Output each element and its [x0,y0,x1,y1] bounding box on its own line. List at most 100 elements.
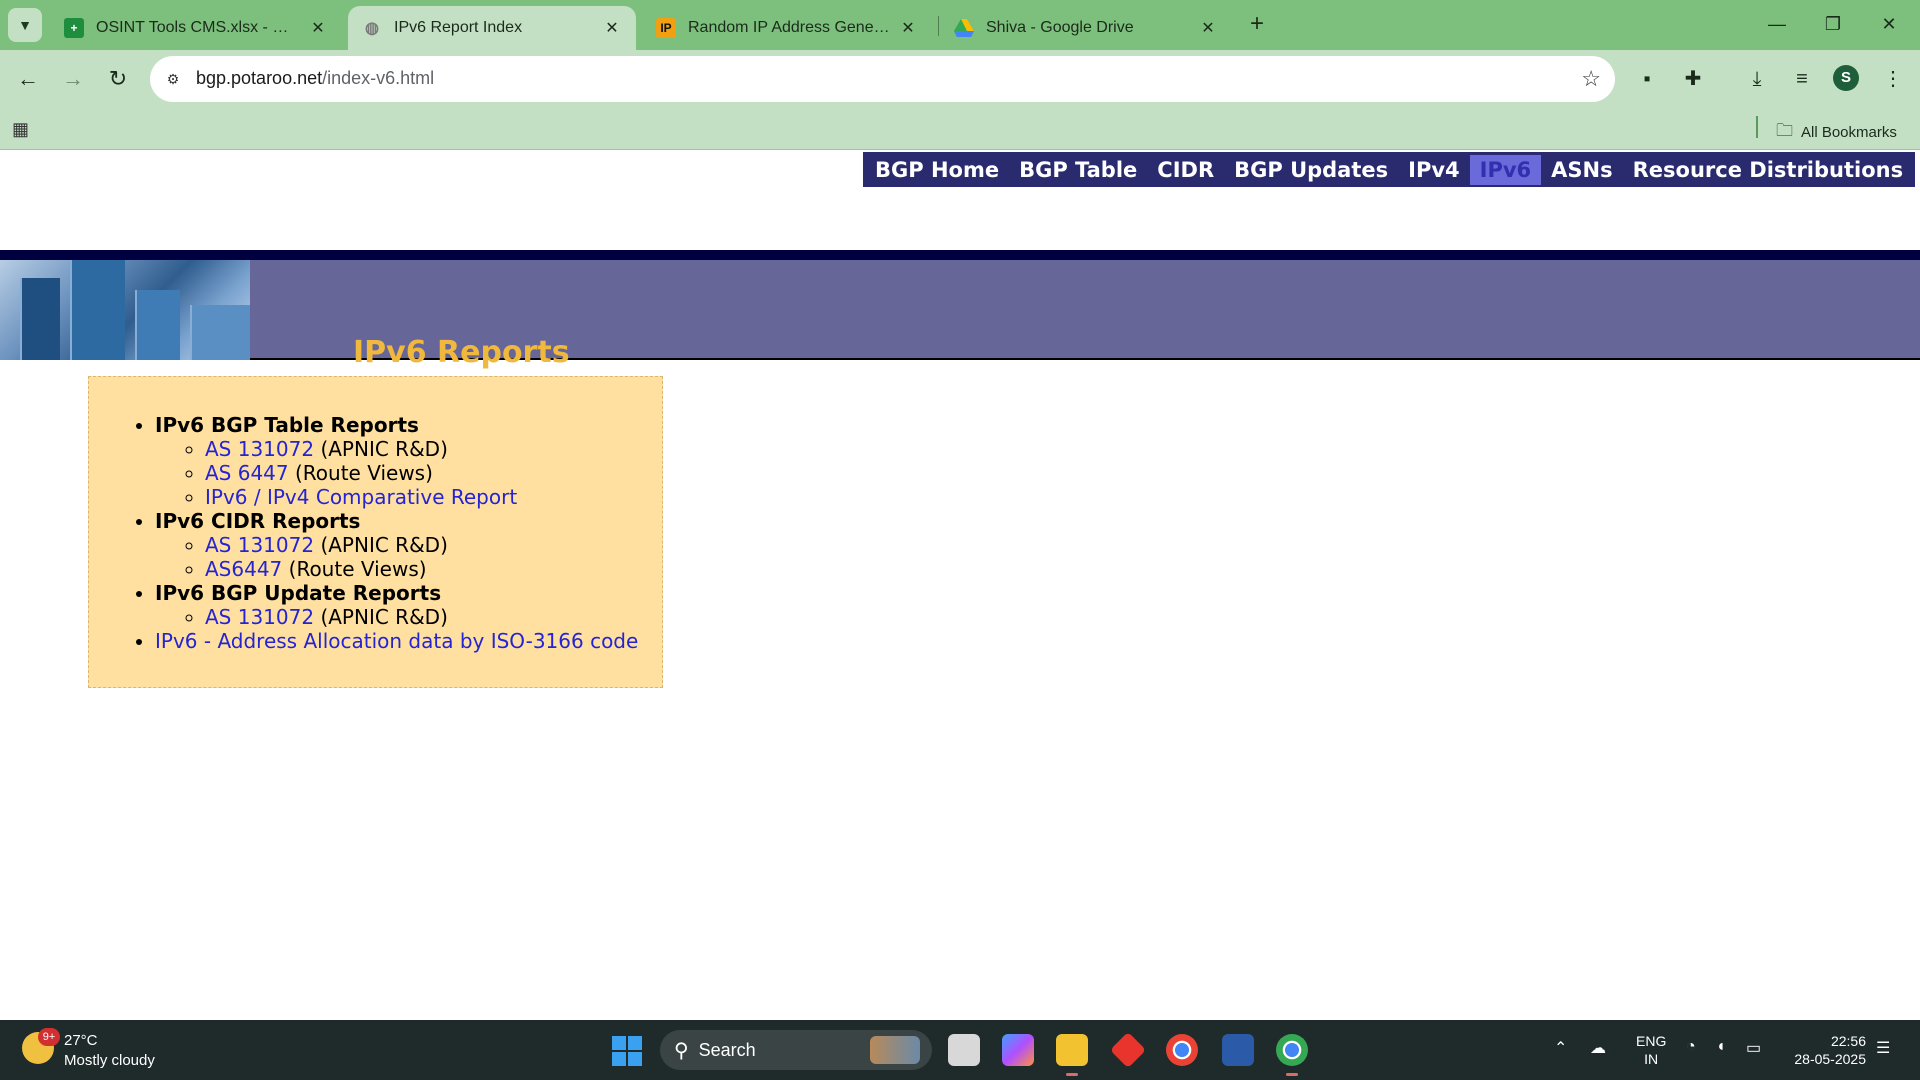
page-title: IPv6 Reports [353,335,570,370]
all-bookmarks-label: All Bookmarks [1801,124,1897,141]
report-link[interactable]: AS 131072 [205,533,314,557]
site-navigation: BGP Home BGP Table CIDR BGP Updates IPv4 IPv6… [863,152,1916,187]
site-info-icon[interactable]: ⚙ [162,68,184,90]
reload-button[interactable]: ↻ [102,63,134,95]
folder-icon: 🗀 [1776,121,1793,140]
report-source-note: (APNIC R&D) [314,533,448,557]
tab-search-button[interactable]: ▼ [8,8,42,42]
chrome-icon[interactable] [1166,1034,1198,1066]
apps-grid-icon[interactable]: ▦ [12,118,34,140]
web-page: BGP Home BGP Table CIDR BGP Updates IPv4 IPv6… [0,150,1920,1020]
bookmark-star-icon[interactable]: ☆ [1581,66,1601,92]
close-icon: ✕ [1881,14,1897,34]
report-link[interactable]: AS6447 [205,557,282,581]
report-sublist: AS 131072 (APNIC R&D)AS6447 (Route Views… [205,533,638,581]
restore-button[interactable]: ❐ [1810,8,1856,40]
minimize-icon: — [1768,14,1786,34]
windows-start-icon[interactable] [612,1036,642,1066]
windows-taskbar: 9+ 27°C Mostly cloudy ⚲ Search ⌃ ☁ ENG I… [0,1020,1920,1080]
browser-toolbar: ← → ↻ ⚙ bgp.potaroo.net/index-v6.html ☆ … [0,50,1920,108]
report-link[interactable]: AS 131072 [205,605,314,629]
chevron-down-icon: ▼ [18,17,32,33]
drive-icon [954,18,974,38]
reload-icon: ↻ [108,66,128,91]
report-section-title: IPv6 CIDR Reports [155,509,361,533]
tab-osint-tools[interactable]: + OSINT Tools CMS.xlsx - Google ✕ [50,6,342,50]
tab-divider [938,16,939,36]
bookmarks-bar: ▦ 🗀 All Bookmarks [0,108,1920,150]
report-list-panel: IPv6 BGP Table ReportsAS 131072 (APNIC R… [88,376,663,688]
profile-avatar[interactable]: S [1833,65,1859,91]
header-banner [0,260,1920,360]
report-section-title: IPv6 BGP Update Reports [155,581,442,605]
report-section-title: IPv6 BGP Table Reports [155,413,419,437]
close-icon[interactable]: ✕ [1198,18,1218,38]
close-icon[interactable]: ✕ [308,18,328,38]
url-text[interactable]: bgp.potaroo.net/index-v6.html [196,68,434,89]
nav-link-bgp-updates[interactable]: BGP Updates [1224,155,1398,185]
chevron-up-icon[interactable]: ⌃ [1554,1038,1567,1058]
report-link[interactable]: AS 131072 [205,437,314,461]
language-indicator[interactable]: ENG IN [1636,1032,1666,1068]
copilot-icon[interactable] [1002,1034,1034,1066]
minimize-button[interactable]: — [1754,8,1800,40]
powershell-icon[interactable] [1222,1034,1254,1066]
tab-title: Shiva - Google Drive [986,19,1134,36]
report-section: IPv6 CIDR ReportsAS 131072 (APNIC R&D)AS… [155,509,638,581]
search-icon: ⚲ [674,1039,689,1062]
download-icon[interactable]: ⤓ [1742,64,1772,94]
report-item: AS 131072 (APNIC R&D) [205,437,638,461]
lens-extension-icon[interactable]: ▪ [1632,64,1662,94]
bookmarks-divider [1756,116,1758,138]
taskbar-search-box[interactable]: ⚲ Search [660,1030,932,1070]
report-sublist: AS 131072 (APNIC R&D) [205,605,638,629]
nav-link-bgp-table[interactable]: BGP Table [1009,155,1147,185]
close-icon[interactable]: ✕ [602,18,622,38]
new-tab-button[interactable]: + [1242,10,1272,40]
report-link[interactable]: AS 6447 [205,461,289,485]
nav-link-cidr[interactable]: CIDR [1147,155,1224,185]
onedrive-icon[interactable]: ☁ [1590,1038,1606,1058]
forward-button[interactable]: → [57,63,89,95]
notifications-icon[interactable]: ☰ [1876,1038,1890,1058]
nav-link-bgp-home[interactable]: BGP Home [865,155,1009,185]
extensions-icon[interactable]: ✚ [1678,64,1708,94]
region-code: IN [1644,1051,1659,1067]
weather-description[interactable]: Mostly cloudy [64,1052,155,1069]
close-icon[interactable]: ✕ [898,18,918,38]
url-host: bgp.potaroo.net [196,68,323,88]
weather-temperature[interactable]: 27°C [64,1032,98,1049]
search-label: Search [698,1039,756,1060]
battery-icon[interactable]: ▭ [1746,1038,1761,1058]
clock[interactable]: 22:56 28-05-2025 [1786,1032,1866,1068]
all-bookmarks-button[interactable]: 🗀 All Bookmarks [1776,118,1897,147]
back-button[interactable]: ← [12,63,44,95]
report-source-note: (APNIC R&D) [314,437,448,461]
task-view-icon[interactable] [948,1034,980,1066]
nav-link-resource-distributions[interactable]: Resource Distributions [1623,155,1913,185]
volume-icon[interactable]: ◖ [1716,1038,1726,1056]
report-section: IPv6 BGP Table ReportsAS 131072 (APNIC R… [155,413,638,509]
tab-google-drive[interactable]: Shiva - Google Drive ✕ [940,6,1232,50]
nav-link-ipv4[interactable]: IPv4 [1398,155,1470,185]
address-bar[interactable]: ⚙ bgp.potaroo.net/index-v6.html ☆ [150,56,1615,102]
report-item: AS 131072 (APNIC R&D) [205,533,638,557]
wifi-icon[interactable]: ◔ [1686,1038,1696,1056]
report-link[interactable]: IPv6 / IPv4 Comparative Report [205,485,517,509]
menu-kebab-icon[interactable]: ⋮ [1878,64,1908,94]
nav-link-ipv6[interactable]: IPv6 [1469,154,1542,185]
report-source-note: (APNIC R&D) [314,605,448,629]
allocation-data-link[interactable]: IPv6 - Address Allocation data by ISO-31… [155,629,638,653]
anydesk-icon[interactable] [1109,1031,1147,1069]
report-section: IPv6 BGP Update ReportsAS 131072 (APNIC … [155,581,638,629]
tab-ipv6-report-index[interactable]: ◍ IPv6 Report Index ✕ [348,6,636,50]
clock-date: 28-05-2025 [1794,1051,1866,1067]
file-explorer-icon[interactable] [1056,1034,1088,1076]
media-controls-icon[interactable]: ≡ [1787,64,1817,94]
restore-icon: ❐ [1824,14,1842,34]
tab-random-ip-generator[interactable]: IP Random IP Address Generator, ✕ [642,6,932,50]
chrome-profile-icon[interactable] [1276,1034,1308,1076]
weather-badge: 9+ [38,1028,60,1046]
close-window-button[interactable]: ✕ [1866,8,1912,40]
nav-link-asns[interactable]: ASNs [1541,155,1622,185]
